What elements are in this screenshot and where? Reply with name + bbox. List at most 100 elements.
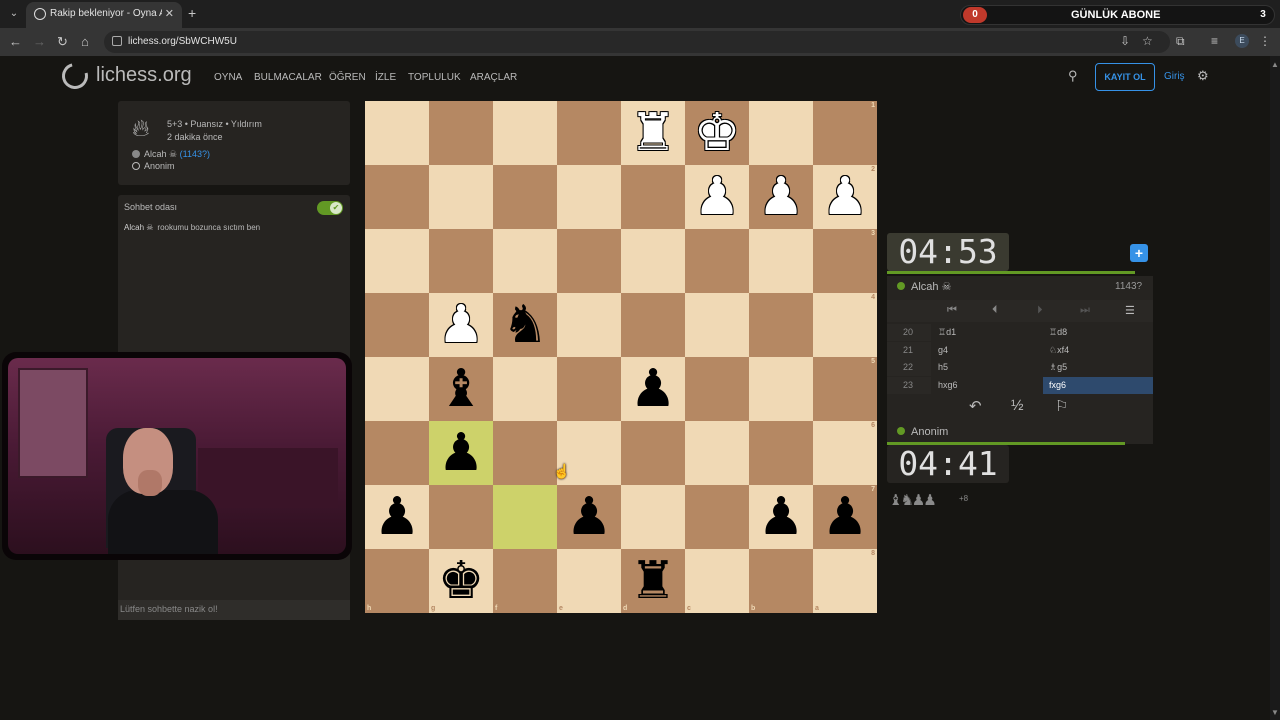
white-pawn-piece[interactable]: ♟ xyxy=(694,171,741,223)
black-pawn-piece[interactable]: ♟ xyxy=(566,491,613,543)
board-square[interactable] xyxy=(557,229,621,293)
black-pawn-piece[interactable]: ♟ xyxy=(374,491,421,543)
board-square[interactable] xyxy=(621,229,685,293)
board-square[interactable] xyxy=(365,165,429,229)
add-time-button[interactable]: + xyxy=(1130,244,1148,262)
board-square[interactable] xyxy=(557,101,621,165)
site-logo-text[interactable]: lichess.org xyxy=(96,64,192,87)
chat-message-user[interactable]: Alcah ☠ xyxy=(124,223,153,232)
signup-button[interactable]: KAYIT OL xyxy=(1095,63,1155,91)
board-square[interactable] xyxy=(621,165,685,229)
board-square[interactable]: ♟ 7 xyxy=(813,485,877,549)
board-square[interactable]: ♟ xyxy=(365,485,429,549)
takeback-icon[interactable]: ↶ xyxy=(969,397,982,415)
black-pawn-piece[interactable]: ♟ xyxy=(630,363,677,415)
move-black[interactable]: ♖d8 xyxy=(1043,324,1153,341)
board-square[interactable] xyxy=(365,229,429,293)
move-white[interactable]: h5 xyxy=(933,359,1043,376)
white-king-piece[interactable]: ♚ xyxy=(694,107,741,159)
board-square[interactable]: ♟ xyxy=(621,357,685,421)
board-square[interactable] xyxy=(621,421,685,485)
page-scrollbar[interactable] xyxy=(1270,56,1280,720)
board-square[interactable] xyxy=(365,101,429,165)
chat-toggle[interactable]: ✔ xyxy=(317,201,343,215)
forward-icon[interactable]: → xyxy=(33,34,46,49)
bottom-player-label[interactable]: Anonim xyxy=(911,426,948,438)
board-square[interactable]: 4 xyxy=(813,293,877,357)
board-square[interactable] xyxy=(493,229,557,293)
top-player-name[interactable]: Alcah ☠ xyxy=(897,280,951,293)
black-pawn-piece[interactable]: ♟ xyxy=(822,491,869,543)
board-square[interactable]: ♟ xyxy=(685,165,749,229)
board-square[interactable] xyxy=(493,421,557,485)
bottom-player-name[interactable]: Anonim xyxy=(897,426,948,438)
black-knight-piece[interactable]: ♞ xyxy=(502,299,549,351)
install-icon[interactable]: ⇩ xyxy=(1120,34,1130,48)
board-square[interactable] xyxy=(685,485,749,549)
url-field[interactable]: lichess.org/SbWCHW5U xyxy=(104,31,1170,53)
black-rook-piece[interactable]: ♜ xyxy=(630,555,677,607)
menu-hamburger-icon[interactable]: ☰ xyxy=(1125,304,1135,317)
board-square[interactable]: h xyxy=(365,549,429,613)
board-square[interactable]: 3 xyxy=(813,229,877,293)
board-square[interactable] xyxy=(685,293,749,357)
media-controls-icon[interactable]: ≡ xyxy=(1211,34,1218,48)
board-square[interactable]: e xyxy=(557,549,621,613)
board-square[interactable]: 8a xyxy=(813,549,877,613)
browser-tab[interactable]: Rakip bekleniyor - Oyna Alcah ✕ xyxy=(26,2,182,28)
move-white[interactable]: ♖d1 xyxy=(933,324,1043,341)
first-move-icon[interactable]: ⏮ xyxy=(947,304,957,317)
tab-close-icon[interactable]: ✕ xyxy=(165,7,174,20)
board-square[interactable]: ♚ xyxy=(685,101,749,165)
bookmark-star-icon[interactable]: ☆ xyxy=(1142,34,1153,48)
board-square[interactable] xyxy=(493,357,557,421)
board-square[interactable] xyxy=(365,357,429,421)
board-square[interactable]: ♚ g xyxy=(429,549,493,613)
board-square[interactable] xyxy=(685,229,749,293)
resign-flag-icon[interactable]: ⚐ xyxy=(1055,397,1068,415)
board-square[interactable] xyxy=(429,101,493,165)
board-square[interactable] xyxy=(749,421,813,485)
site-info-icon[interactable] xyxy=(112,36,122,46)
reload-icon[interactable]: ↻ xyxy=(57,34,68,50)
board-square[interactable]: 5 xyxy=(813,357,877,421)
board-square[interactable]: f xyxy=(493,549,557,613)
login-link[interactable]: Giriş xyxy=(1164,71,1185,82)
top-player-label[interactable]: Alcah ☠ xyxy=(911,281,951,293)
black-bishop-piece[interactable]: ♝ xyxy=(438,363,485,415)
move-black[interactable]: fxg6 xyxy=(1043,376,1153,394)
move-white[interactable]: g4 xyxy=(933,342,1043,359)
board-square[interactable] xyxy=(365,293,429,357)
board-square[interactable] xyxy=(429,165,493,229)
board-square[interactable]: c xyxy=(685,549,749,613)
board-square[interactable]: ♟ xyxy=(749,485,813,549)
board-square[interactable]: 6 xyxy=(813,421,877,485)
board-square[interactable] xyxy=(365,421,429,485)
board-square[interactable] xyxy=(493,101,557,165)
chess-board[interactable]: ♜ ♚ 1 ♟ ♟ ♟ 2 3 ♟ ♞ 4 ♝ ♟ 5 ♟ 6 ♟ ♟ ♟ ♟ 7 h ♚ g f e ♜ d c b 8 a xyxy=(365,101,877,613)
board-square[interactable] xyxy=(557,293,621,357)
scroll-up-icon[interactable]: ▲ xyxy=(1271,60,1279,69)
back-icon[interactable]: ← xyxy=(9,34,22,49)
nav-tools[interactable]: ARAÇLAR xyxy=(470,72,517,83)
board-square[interactable]: ♟ xyxy=(749,165,813,229)
draw-offer-icon[interactable]: ½ xyxy=(1011,397,1024,414)
move-black[interactable]: ♘xf4 xyxy=(1043,342,1153,359)
board-square[interactable]: b xyxy=(749,549,813,613)
white-pawn-piece[interactable]: ♟ xyxy=(822,171,869,223)
board-square[interactable] xyxy=(621,293,685,357)
board-square[interactable]: 1 xyxy=(813,101,877,165)
board-square[interactable] xyxy=(493,485,557,549)
nav-puzzles[interactable]: BULMACALAR xyxy=(254,72,322,83)
move-black[interactable]: ♗g5 xyxy=(1043,359,1153,376)
board-square[interactable] xyxy=(685,421,749,485)
tab-search-icon[interactable]: ⌄ xyxy=(6,6,22,22)
settings-gear-icon[interactable]: ⚙ xyxy=(1197,68,1209,84)
nav-learn[interactable]: ÖĞREN xyxy=(329,72,366,83)
browser-menu-icon[interactable]: ⋮ xyxy=(1259,34,1271,48)
white-rook-piece[interactable]: ♜ xyxy=(630,107,677,159)
profile-avatar[interactable]: E xyxy=(1235,34,1249,48)
player1-name[interactable]: Alcah ☠ xyxy=(144,149,177,159)
last-move-icon[interactable]: ⏭ xyxy=(1080,304,1090,317)
board-square[interactable] xyxy=(685,357,749,421)
